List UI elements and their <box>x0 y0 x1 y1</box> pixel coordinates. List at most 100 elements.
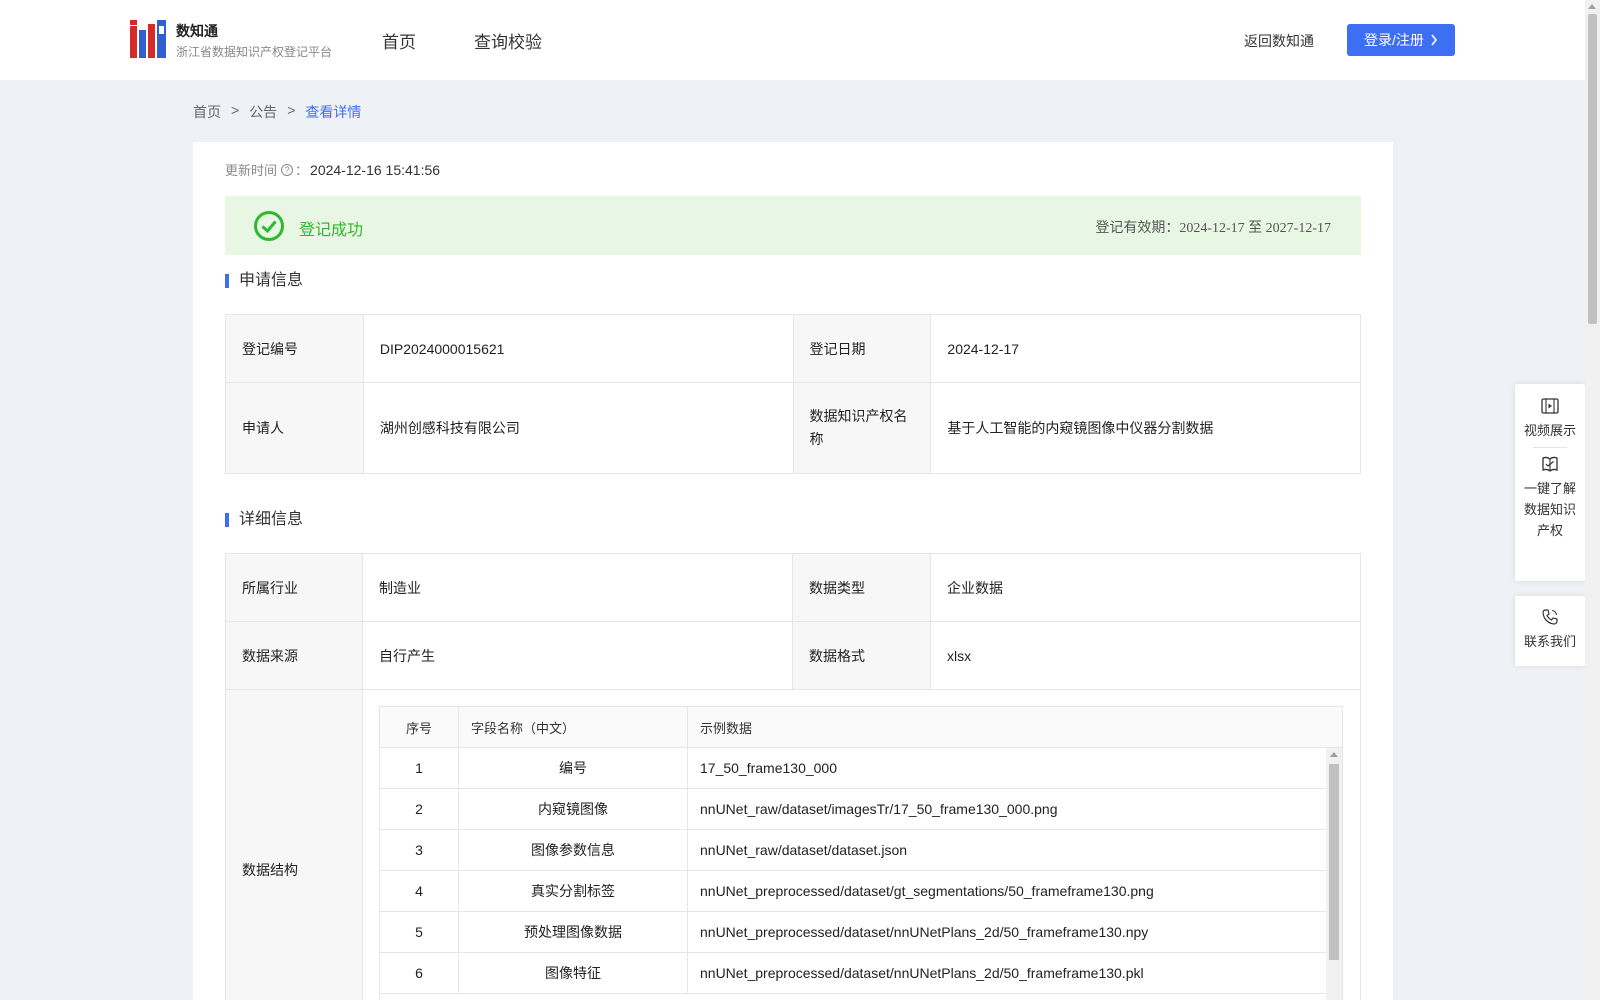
logo-icon[interactable] <box>130 20 166 58</box>
update-time-label: 更新时间 <box>225 163 278 178</box>
table-row: 5 预处理图像数据 nnUNet_preprocessed/dataset/nn… <box>380 912 1328 953</box>
reg-date-value: 2024-12-17 <box>930 314 1361 383</box>
learn-ip-label: 一键了解数据知识产权 <box>1523 481 1576 538</box>
top-header: 数知通 浙江省数据知识产权登记平台 首页 查询校验 返回数知通 登录/注册 <box>0 0 1585 80</box>
login-register-button[interactable]: 登录/注册 <box>1347 24 1455 56</box>
header-example: 示例数据 <box>700 720 753 736</box>
section-title-application: 申请信息 <box>225 273 303 289</box>
row-no: 3 <box>380 830 459 870</box>
contact-us-button[interactable]: 联系我们 <box>1515 607 1585 652</box>
video-showcase-label: 视频展示 <box>1523 423 1576 438</box>
check-circle-icon <box>254 211 284 241</box>
status-banner: 登记成功 登记有效期：2024-12-17 至 2027-12-17 <box>225 196 1361 255</box>
structure-label: 数据结构 <box>225 689 363 1000</box>
update-time-colon: ： <box>295 163 309 178</box>
row-example: 17_50_frame130_000 <box>700 760 838 776</box>
table-row: 所属行业 制造业 数据类型 企业数据 <box>225 553 1362 622</box>
book-icon <box>1542 456 1558 472</box>
table-row: 1 编号 17_50_frame130_000 <box>380 748 1328 789</box>
table-row: 数据来源 自行产生 数据格式 xlsx <box>225 621 1362 690</box>
row-example: nnUNet_raw/dataset/imagesTr/17_50_frame1… <box>700 801 1058 817</box>
side-divider <box>1533 447 1567 448</box>
ip-name-value: 基于人工智能的内窥镜图像中仪器分割数据 <box>930 382 1361 474</box>
page-scrollbar[interactable] <box>1585 0 1600 1000</box>
chevron-right-icon <box>1431 34 1437 46</box>
source-label: 数据来源 <box>225 621 363 690</box>
breadcrumb: 首页 > 公告 > 查看详情 <box>193 102 361 122</box>
header-field-name: 字段名称（中文） <box>459 707 688 747</box>
row-example: nnUNet_preprocessed/dataset/gt_segmentat… <box>700 883 1154 899</box>
breadcrumb-separator: > <box>231 102 240 118</box>
row-no: 1 <box>380 748 459 788</box>
table-row: 6 图像特征 nnUNet_preprocessed/dataset/nnUNe… <box>380 953 1328 994</box>
structure-table-body: 1 编号 17_50_frame130_000 2 内窥镜图像 nnUNet_r… <box>380 748 1342 1000</box>
format-label: 数据格式 <box>791 621 931 690</box>
industry-value: 制造业 <box>362 553 793 622</box>
logo-title[interactable]: 数知通 <box>176 21 218 41</box>
structure-table-scrollbar[interactable] <box>1326 748 1342 1000</box>
header-no: 序号 <box>380 707 459 747</box>
page-scrollbar-thumb[interactable] <box>1588 14 1597 324</box>
table-row: 2 内窥镜图像 nnUNet_raw/dataset/imagesTr/17_5… <box>380 789 1328 830</box>
row-field-name: 编号 <box>459 748 688 788</box>
nav-query-verify[interactable]: 查询校验 <box>474 28 542 53</box>
row-field-name: 图像特征 <box>459 953 688 993</box>
detail-info-table: 所属行业 制造业 数据类型 企业数据 数据来源 自行产生 数据格式 xlsx 数… <box>225 553 1362 1000</box>
row-no: 5 <box>380 912 459 952</box>
table-row: 3 图像参数信息 nnUNet_raw/dataset/dataset.json <box>380 830 1328 871</box>
row-field-name: 真实分割标签 <box>459 871 688 911</box>
row-example: nnUNet_preprocessed/dataset/nnUNetPlans_… <box>700 965 1144 981</box>
row-field-name: 图像参数信息 <box>459 830 688 870</box>
data-type-value: 企业数据 <box>929 553 1362 622</box>
structure-cell: 序号 字段名称（中文） 示例数据 1 编号 17_50_frame130_000… <box>362 689 1361 1000</box>
applicant-label: 申请人 <box>225 382 364 474</box>
reg-no-label: 登记编号 <box>225 314 364 383</box>
data-structure-table: 序号 字段名称（中文） 示例数据 1 编号 17_50_frame130_000… <box>379 706 1343 1000</box>
row-field-name: 内窥镜图像 <box>459 789 688 829</box>
scroll-up-arrow-icon[interactable] <box>1330 752 1338 757</box>
application-info-table: 登记编号 DIP2024000015621 登记日期 2024-12-17 申请… <box>225 314 1361 474</box>
row-field-name: 预处理图像数据 <box>459 912 688 952</box>
nav-home[interactable]: 首页 <box>382 28 416 53</box>
industry-label: 所属行业 <box>225 553 363 622</box>
update-time-row: 更新时间 ? ： 2024-12-16 15:41:56 <box>225 160 440 179</box>
video-showcase-button[interactable]: 视频展示 <box>1515 396 1585 441</box>
table-row: 4 真实分割标签 nnUNet_preprocessed/dataset/gt_… <box>380 871 1328 912</box>
breadcrumb-separator: > <box>287 102 296 118</box>
row-no: 6 <box>380 953 459 993</box>
table-row: 登记编号 DIP2024000015621 登记日期 2024-12-17 <box>225 314 1361 383</box>
contact-us-label: 联系我们 <box>1523 634 1576 649</box>
table-row: 数据结构 序号 字段名称（中文） 示例数据 1 编号 17_50_frame13… <box>225 689 1361 1000</box>
reg-no-value: DIP2024000015621 <box>362 314 794 383</box>
validity-period: 登记有效期：2024-12-17 至 2027-12-17 <box>1095 217 1331 237</box>
format-value: xlsx <box>929 621 1362 690</box>
status-text: 登记成功 <box>299 222 364 239</box>
validity-label: 登记有效期： <box>1095 221 1180 236</box>
data-type-label: 数据类型 <box>791 553 931 622</box>
row-no: 4 <box>380 871 459 911</box>
breadcrumb-home[interactable]: 首页 <box>193 102 221 122</box>
section-title-details: 详细信息 <box>225 512 303 528</box>
learn-ip-button[interactable]: 一键了解数据知识产权 <box>1515 454 1585 541</box>
phone-icon <box>1542 609 1558 625</box>
video-icon <box>1541 398 1559 414</box>
applicant-value: 湖州创感科技有限公司 <box>362 382 794 474</box>
source-value: 自行产生 <box>362 621 793 690</box>
logo-subtitle: 浙江省数据知识产权登记平台 <box>176 45 333 59</box>
breadcrumb-announcement[interactable]: 公告 <box>249 102 277 122</box>
structure-table-header: 序号 字段名称（中文） 示例数据 <box>380 707 1342 748</box>
side-float-panel: 视频展示 一键了解数据知识产权 <box>1515 384 1585 581</box>
detail-card: 更新时间 ? ： 2024-12-16 15:41:56 登记成功 登记有效期：… <box>193 142 1393 1000</box>
login-button-label: 登录/注册 <box>1364 32 1424 48</box>
ip-name-label: 数据知识产权名称 <box>792 382 932 474</box>
scrollbar-thumb[interactable] <box>1329 764 1339 960</box>
scroll-up-arrow-icon[interactable] <box>1588 4 1596 9</box>
question-circle-icon[interactable]: ? <box>281 163 294 176</box>
contact-panel: 联系我们 <box>1515 596 1585 666</box>
back-link[interactable]: 返回数知通 <box>1244 31 1314 51</box>
row-no: 2 <box>380 789 459 829</box>
validity-value: 2024-12-17 至 2027-12-17 <box>1179 221 1331 236</box>
reg-date-label: 登记日期 <box>792 314 932 383</box>
row-example: nnUNet_raw/dataset/dataset.json <box>700 842 908 858</box>
row-example: nnUNet_preprocessed/dataset/nnUNetPlans_… <box>700 924 1149 940</box>
